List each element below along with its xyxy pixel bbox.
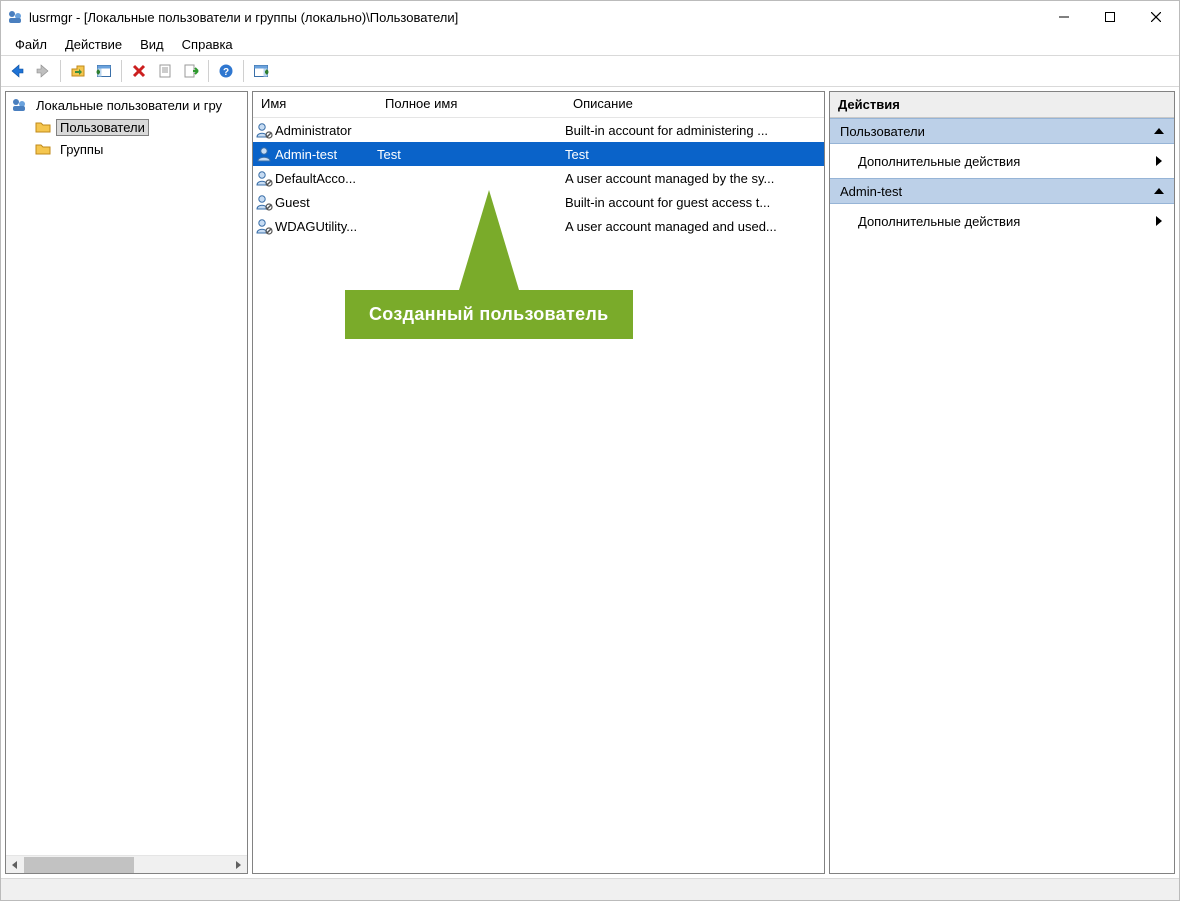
toolbar-separator: [243, 60, 244, 82]
user-icon: [255, 145, 273, 163]
user-disabled-icon: [255, 169, 273, 187]
actions-header: Действия: [830, 92, 1174, 118]
app-window: lusrmgr - [Локальные пользователи и груп…: [0, 0, 1180, 901]
properties-button[interactable]: [153, 59, 177, 83]
user-description: Built-in account for guest access t...: [565, 195, 770, 210]
user-name: Guest: [275, 195, 310, 210]
user-description: A user account managed by the sy...: [565, 171, 774, 186]
submenu-icon: [1156, 156, 1162, 166]
user-list[interactable]: Administrator Built-in account for admin…: [253, 118, 824, 873]
statusbar: [1, 878, 1179, 900]
user-name: WDAGUtility...: [275, 219, 357, 234]
toolbar-separator: [121, 60, 122, 82]
user-disabled-icon: [255, 121, 273, 139]
export-list-button[interactable]: [179, 59, 203, 83]
action-item-more-users[interactable]: Дополнительные действия: [830, 144, 1174, 178]
column-header-description[interactable]: Описание: [565, 92, 824, 117]
up-button[interactable]: [66, 59, 90, 83]
svg-text:?: ?: [223, 67, 229, 78]
tree-root-label: Локальные пользователи и гру: [36, 98, 222, 113]
list-columns-header[interactable]: Имя Полное имя Описание: [253, 92, 824, 118]
scroll-thumb[interactable]: [24, 857, 134, 873]
menu-help[interactable]: Справка: [174, 35, 241, 54]
collapse-icon: [1154, 188, 1164, 194]
scroll-track[interactable]: [24, 857, 229, 873]
scroll-right-button[interactable]: [229, 857, 247, 873]
action-group-header-selected[interactable]: Admin-test: [830, 178, 1174, 204]
tree-root[interactable]: Локальные пользователи и гру: [6, 94, 247, 116]
tree-item-users[interactable]: Пользователи: [6, 116, 247, 138]
user-description: Built-in account for administering ...: [565, 123, 768, 138]
tree-item-label: Пользователи: [60, 120, 145, 135]
column-header-fullname[interactable]: Полное имя: [377, 92, 565, 117]
action-group-header-users[interactable]: Пользователи: [830, 118, 1174, 144]
list-row[interactable]: Administrator Built-in account for admin…: [253, 118, 824, 142]
user-disabled-icon: [255, 193, 273, 211]
maximize-button[interactable]: [1087, 1, 1133, 33]
window-title: lusrmgr - [Локальные пользователи и груп…: [29, 10, 458, 25]
user-description: A user account managed and used...: [565, 219, 777, 234]
delete-button[interactable]: [127, 59, 151, 83]
list-pane: Имя Полное имя Описание Administrator Bu…: [252, 91, 825, 874]
folder-icon: [34, 140, 52, 158]
user-name: Administrator: [275, 123, 352, 138]
tree-item-groups[interactable]: Группы: [6, 138, 247, 160]
list-row[interactable]: Admin-test Test Test: [253, 142, 824, 166]
toolbar: ?: [1, 55, 1179, 87]
toolbar-separator: [208, 60, 209, 82]
actions-header-label: Действия: [838, 97, 900, 112]
tree-item-label: Группы: [60, 142, 103, 157]
user-disabled-icon: [255, 217, 273, 235]
list-row[interactable]: WDAGUtility... A user account managed an…: [253, 214, 824, 238]
user-name: Admin-test: [275, 147, 337, 162]
callout-text: Созданный пользователь: [369, 304, 609, 324]
body: Локальные пользователи и гру Пользовател…: [1, 87, 1179, 878]
help-button[interactable]: ?: [214, 59, 238, 83]
show-hide-tree-button[interactable]: [92, 59, 116, 83]
nav-horizontal-scrollbar[interactable]: [6, 855, 247, 873]
forward-button[interactable]: [31, 59, 55, 83]
submenu-icon: [1156, 216, 1162, 226]
app-icon: [7, 9, 23, 25]
menu-view[interactable]: Вид: [132, 35, 172, 54]
menu-action[interactable]: Действие: [57, 35, 130, 54]
scroll-left-button[interactable]: [6, 857, 24, 873]
action-item-label: Дополнительные действия: [858, 214, 1020, 229]
menu-file[interactable]: Файл: [7, 35, 55, 54]
action-group-title: Admin-test: [840, 184, 902, 199]
list-row[interactable]: Guest Built-in account for guest access …: [253, 190, 824, 214]
action-item-more-selected[interactable]: Дополнительные действия: [830, 204, 1174, 238]
console-root-icon: [10, 96, 28, 114]
folder-icon: [34, 118, 52, 136]
action-item-label: Дополнительные действия: [858, 154, 1020, 169]
menubar: Файл Действие Вид Справка: [1, 33, 1179, 55]
show-hide-action-pane-button[interactable]: [249, 59, 273, 83]
action-group-title: Пользователи: [840, 124, 925, 139]
user-fullname: Test: [377, 147, 401, 162]
close-button[interactable]: [1133, 1, 1179, 33]
window-buttons: [1041, 1, 1179, 33]
toolbar-separator: [60, 60, 61, 82]
actions-pane: Действия Пользователи Дополнительные дей…: [829, 91, 1175, 874]
user-description: Test: [565, 147, 589, 162]
titlebar: lusrmgr - [Локальные пользователи и груп…: [1, 1, 1179, 33]
minimize-button[interactable]: [1041, 1, 1087, 33]
column-header-name[interactable]: Имя: [253, 92, 377, 117]
user-name: DefaultAcco...: [275, 171, 356, 186]
back-button[interactable]: [5, 59, 29, 83]
collapse-icon: [1154, 128, 1164, 134]
navigation-tree[interactable]: Локальные пользователи и гру Пользовател…: [6, 92, 247, 855]
list-row[interactable]: DefaultAcco... A user account managed by…: [253, 166, 824, 190]
navigation-pane: Локальные пользователи и гру Пользовател…: [5, 91, 248, 874]
